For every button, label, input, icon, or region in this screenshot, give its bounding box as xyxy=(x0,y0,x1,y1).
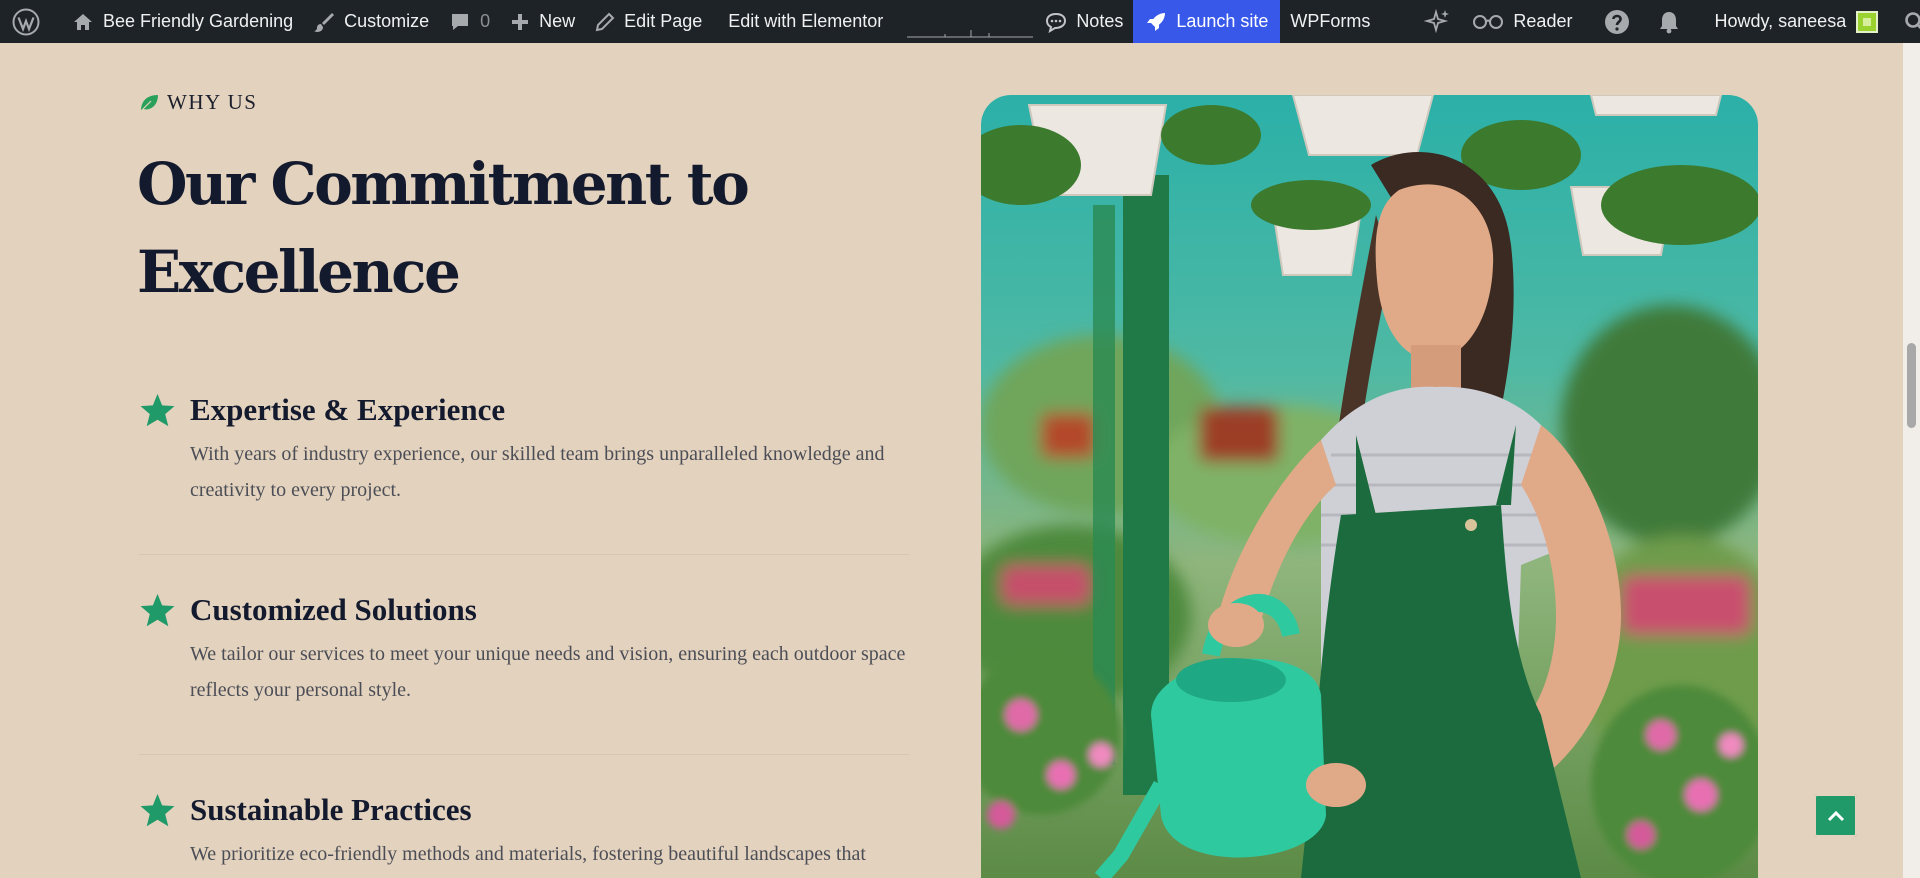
site-name-link[interactable]: Bee Friendly Gardening xyxy=(62,0,303,43)
edit-page-link[interactable]: Edit Page xyxy=(585,0,712,43)
bell-icon xyxy=(1660,11,1679,33)
scrollbar-thumb[interactable] xyxy=(1907,343,1916,428)
wordpress-icon xyxy=(12,8,40,35)
launch-site-button[interactable]: Launch site xyxy=(1133,0,1281,43)
star-icon xyxy=(140,393,175,427)
customize-label: Customize xyxy=(344,11,430,31)
feature-header: Expertise & Experience xyxy=(139,392,909,428)
search-button[interactable] xyxy=(1894,0,1920,43)
site-name-label: Bee Friendly Gardening xyxy=(103,11,294,31)
feature-header: Sustainable Practices xyxy=(139,792,909,828)
search-icon xyxy=(1905,11,1920,29)
edit-with-elementor-label: Edit with Elementor xyxy=(728,11,884,31)
feature-item: Expertise & Experience With years of ind… xyxy=(139,392,909,508)
notes-link[interactable]: Notes xyxy=(1035,0,1133,43)
leaf-icon xyxy=(140,94,158,111)
eyebrow: WHY US xyxy=(139,90,257,115)
notes-label: Notes xyxy=(1076,11,1124,31)
feature-header: Customized Solutions xyxy=(139,592,909,628)
edit-with-elementor-link[interactable]: Edit with Elementor xyxy=(718,0,893,43)
help-button[interactable] xyxy=(1594,0,1640,43)
paintbrush-icon xyxy=(314,12,335,32)
page-title: Our Commitment to Excellence xyxy=(137,150,750,306)
feature-description: We tailor our services to meet your uniq… xyxy=(190,643,906,701)
reader-glasses-icon xyxy=(1473,14,1504,29)
reader-label: Reader xyxy=(1513,11,1573,31)
chevron-up-icon xyxy=(1827,810,1844,821)
star-icon xyxy=(140,593,175,627)
traffic-sparkline[interactable] xyxy=(905,0,1035,43)
feature-title: Sustainable Practices xyxy=(190,792,472,827)
feature-description: We prioritize eco-friendly methods and m… xyxy=(190,843,866,865)
plus-icon xyxy=(512,13,529,30)
account-menu[interactable]: Howdy, saneesa xyxy=(1704,0,1888,43)
feature-item: Customized Solutions We tailor our servi… xyxy=(139,592,909,708)
feature-description: With years of industry experience, our s… xyxy=(190,443,885,501)
divider xyxy=(139,754,909,755)
ai-assistant-button[interactable] xyxy=(1414,0,1462,43)
howdy-label: Howdy, saneesa xyxy=(1714,11,1847,31)
feature-title: Customized Solutions xyxy=(190,592,477,627)
notes-bubble-icon xyxy=(1046,12,1067,33)
feature-item: Sustainable Practices We prioritize eco-… xyxy=(139,792,909,872)
home-icon xyxy=(74,13,92,30)
rocket-icon xyxy=(1147,12,1166,31)
admin-bar: Bee Friendly Gardening Customize 0 New E… xyxy=(0,0,1920,43)
comments-count: 0 xyxy=(480,11,491,31)
wpforms-label: WPForms xyxy=(1290,11,1371,31)
reader-link[interactable]: Reader xyxy=(1462,0,1582,43)
wpforms-link[interactable]: WPForms xyxy=(1280,0,1380,43)
new-content-link[interactable]: New xyxy=(500,0,585,43)
feature-title: Expertise & Experience xyxy=(190,392,506,427)
comment-bubble-icon xyxy=(452,13,469,30)
comments-link[interactable]: 0 xyxy=(439,0,500,43)
customize-link[interactable]: Customize xyxy=(303,0,439,43)
avatar xyxy=(1856,10,1879,33)
scroll-to-top-button[interactable] xyxy=(1814,794,1857,837)
edit-page-label: Edit Page xyxy=(624,11,703,31)
help-icon xyxy=(1605,9,1630,34)
eyebrow-label: WHY US xyxy=(167,90,258,114)
divider xyxy=(139,554,909,555)
gardener-photo xyxy=(981,95,1758,878)
sparkle-icon xyxy=(1424,8,1450,33)
page-scrollbar[interactable] xyxy=(1903,43,1920,878)
pencil-icon xyxy=(595,12,615,31)
new-label: New xyxy=(539,11,576,31)
wordpress-logo-button[interactable] xyxy=(0,0,50,43)
sparkline-chart-icon xyxy=(907,30,1034,38)
notifications-button[interactable] xyxy=(1648,0,1690,43)
star-icon xyxy=(140,793,175,827)
launch-site-label: Launch site xyxy=(1176,11,1269,31)
